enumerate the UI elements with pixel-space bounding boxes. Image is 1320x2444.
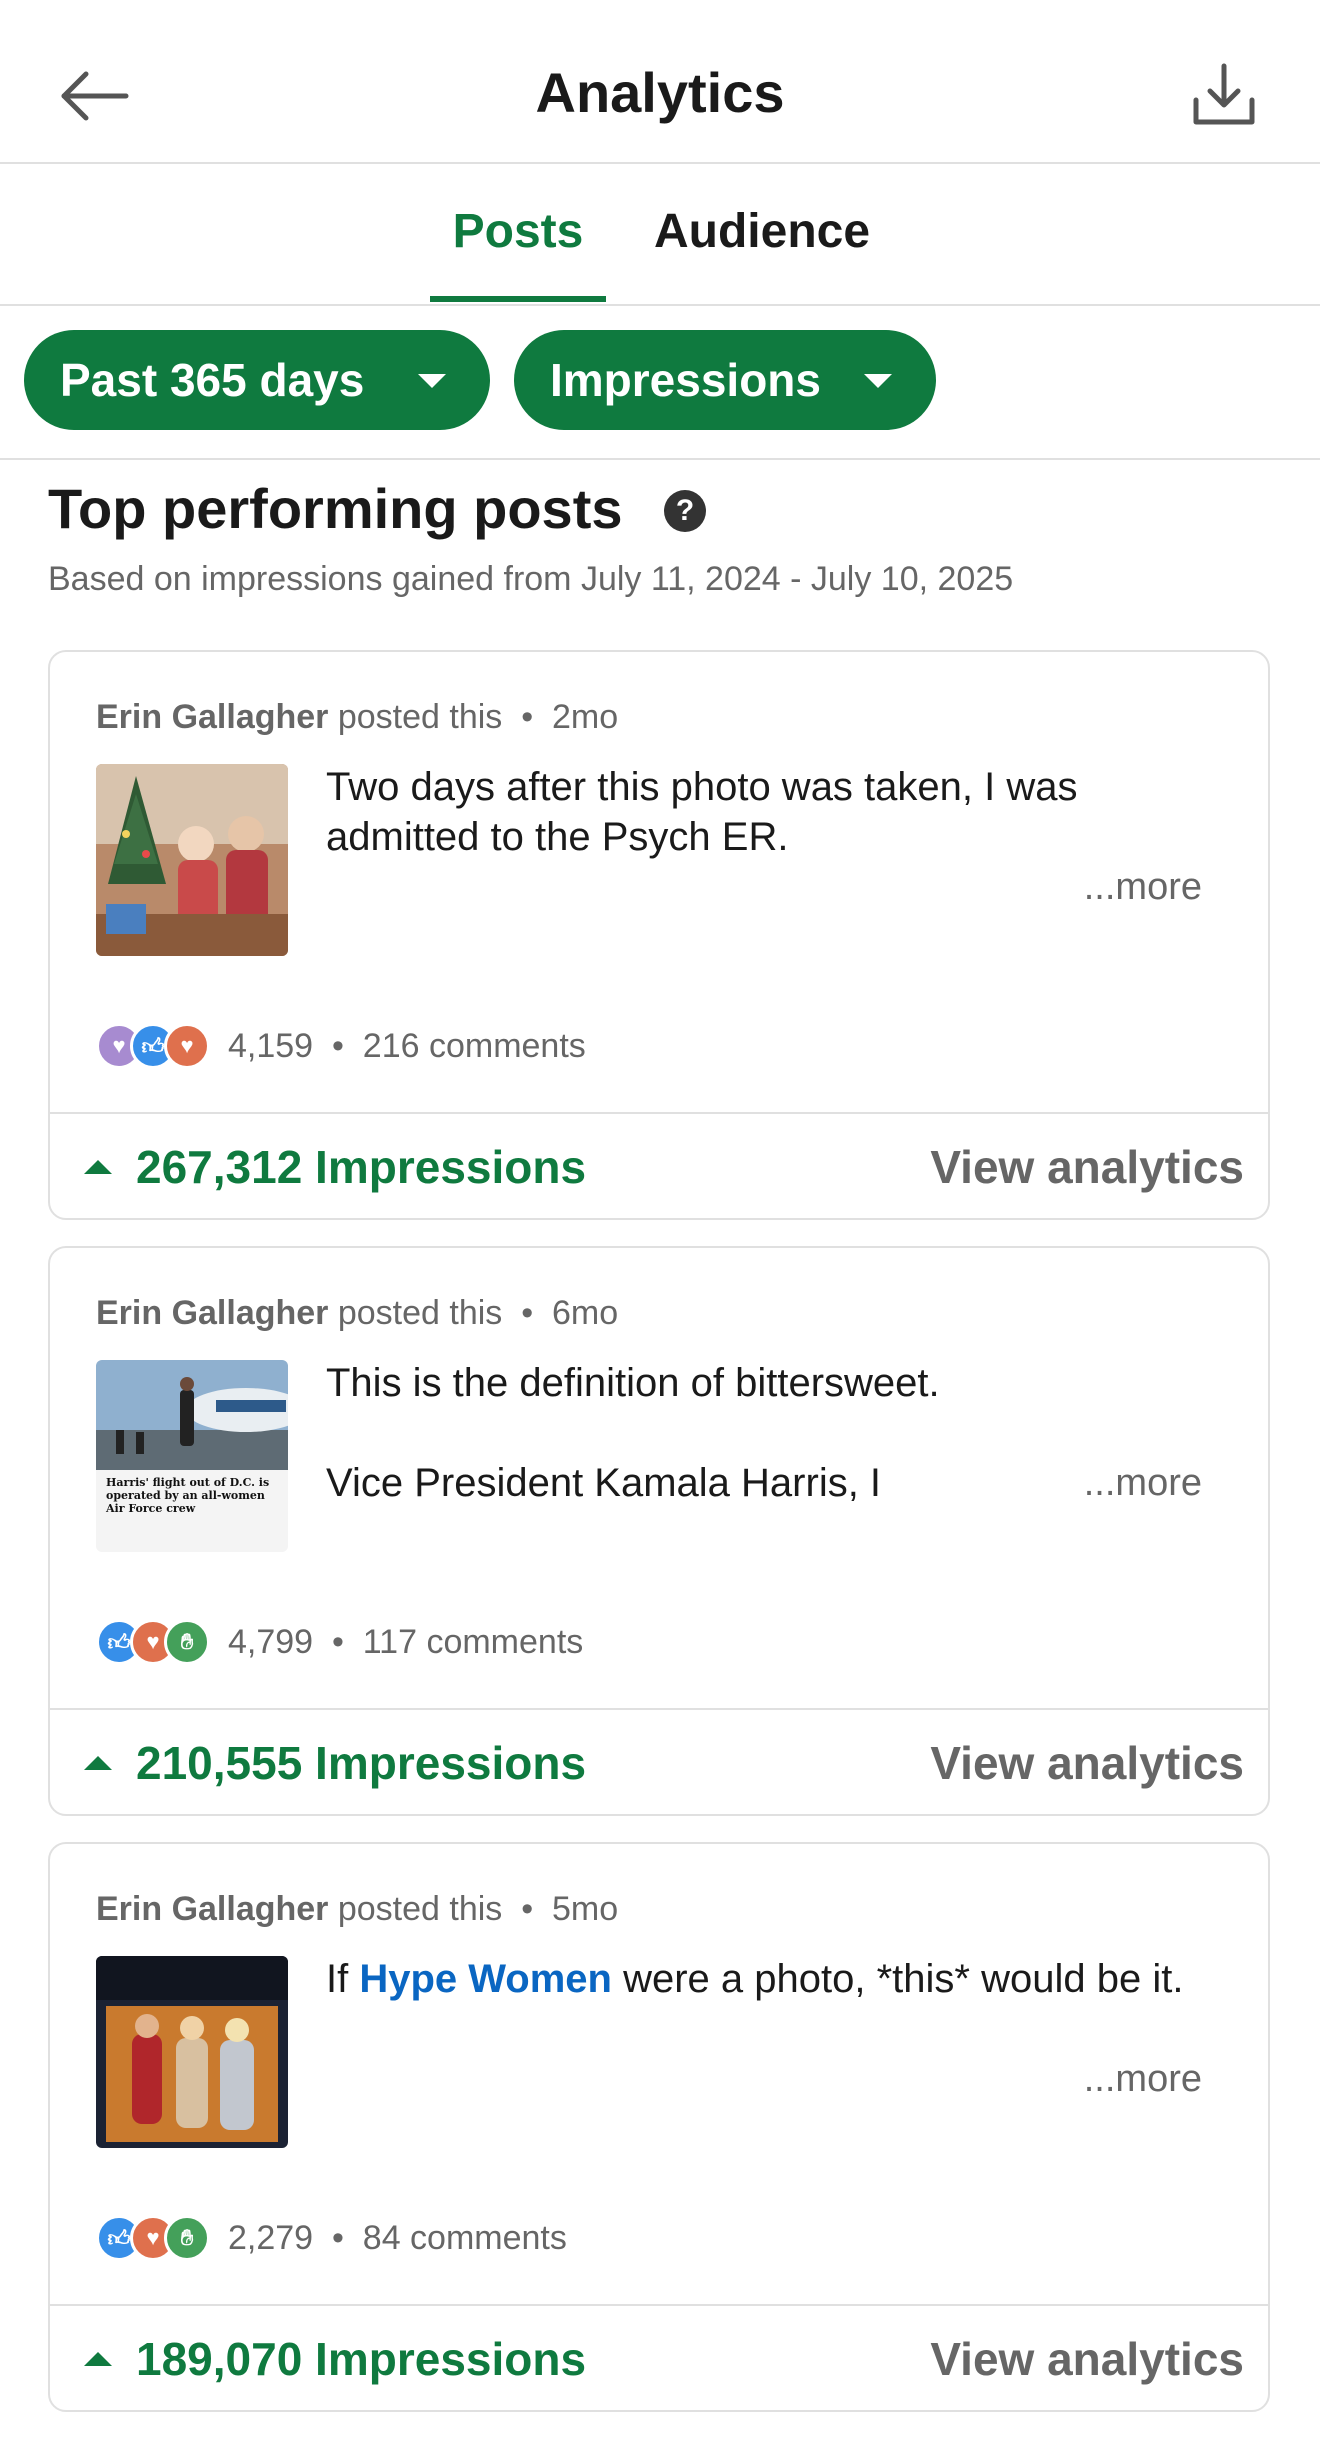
trend-up-icon [84, 2352, 112, 2366]
metric-label: Impressions [550, 354, 821, 406]
dot-separator: • [322, 2218, 354, 2257]
comment-count: 84 comments [362, 2218, 567, 2257]
view-analytics-button[interactable]: View analytics [930, 2332, 1244, 2386]
tab-posts[interactable]: Posts [430, 204, 606, 259]
section-subtitle: Based on impressions gained from July 11… [48, 560, 1014, 598]
celebrate-reaction-icon: ✋︎ [164, 2215, 210, 2261]
app-header: Analytics [0, 0, 1320, 164]
see-more-link[interactable]: ...more [1084, 866, 1202, 909]
comment-count: 216 comments [362, 1026, 586, 1065]
reaction-count-value: 2,279 [228, 2218, 314, 2257]
filter-bar: Past 365 days Impressions [0, 306, 1320, 460]
post-card[interactable]: Erin Gallagher posted this • 5mo If Hype… [48, 1842, 1270, 2412]
reaction-count-value: 4,159 [228, 1026, 314, 1065]
dot-separator: • [322, 1026, 354, 1065]
tab-bar: Posts Audience [0, 164, 1320, 306]
hype-women-link[interactable]: Hype Women [359, 1957, 612, 2001]
impressions-value: 210,555 Impressions [136, 1737, 587, 1789]
post-meta: Erin Gallagher posted this • 5mo [96, 1890, 618, 1929]
dot-separator: • [322, 1622, 354, 1661]
tab-audience[interactable]: Audience [654, 204, 870, 259]
comment-count: 117 comments [362, 1622, 584, 1661]
post-thumbnail[interactable] [96, 1956, 288, 2148]
post-thumbnail[interactable]: Harris' flight out of D.C. is operated b… [96, 1360, 288, 1552]
reactions-summary[interactable]: ♥ 👍︎ ♥ 4,159 • 216 comments [96, 1022, 586, 1070]
post-text-suffix: were a photo, *this* would be it. [611, 1957, 1184, 2001]
post-author[interactable]: Erin Gallagher [96, 1294, 328, 1332]
post-meta: Erin Gallagher posted this • 6mo [96, 1294, 618, 1333]
post-action: posted this [337, 1890, 503, 1928]
love-reaction-icon: ♥ [164, 1023, 210, 1069]
post-text-line: This is the definition of bittersweet. [326, 1361, 940, 1405]
see-more-link[interactable]: ...more [1084, 2058, 1202, 2101]
section-title: Top performing posts [48, 477, 623, 540]
view-analytics-button[interactable]: View analytics [930, 1736, 1244, 1790]
post-author[interactable]: Erin Gallagher [96, 698, 328, 736]
post-text: If Hype Women were a photo, *this* would… [326, 1954, 1206, 2004]
reaction-count: 4,159 • 216 comments [228, 1027, 586, 1066]
see-more-link[interactable]: ...more [1084, 1462, 1202, 1505]
post-action: posted this [337, 698, 503, 736]
page-title: Analytics [535, 61, 785, 124]
impressions-stat: 210,555 Impressions [84, 1736, 586, 1790]
post-card[interactable]: Erin Gallagher posted this • 2mo Two day… [48, 650, 1270, 1220]
metric-dropdown[interactable]: Impressions [514, 330, 936, 430]
post-footer: 210,555 Impressions View analytics [50, 1708, 1268, 1814]
reactions-summary[interactable]: 👍︎ ♥ ✋︎ 2,279 • 84 comments [96, 2214, 567, 2262]
post-action: posted this [337, 1294, 503, 1332]
reaction-count: 4,799 • 117 comments [228, 1623, 583, 1662]
impressions-stat: 189,070 Impressions [84, 2332, 586, 2386]
post-footer: 189,070 Impressions View analytics [50, 2304, 1268, 2410]
post-thumbnail[interactable] [96, 764, 288, 956]
celebrate-reaction-icon: ✋︎ [164, 1619, 210, 1665]
dot-separator: • [511, 1890, 543, 1928]
date-range-dropdown[interactable]: Past 365 days [24, 330, 490, 430]
view-analytics-button[interactable]: View analytics [930, 1140, 1244, 1194]
post-age: 5mo [552, 1890, 619, 1928]
reactions-summary[interactable]: 👍︎ ♥ ✋︎ 4,799 • 117 comments [96, 1618, 583, 1666]
post-text: This is the definition of bittersweet. V… [326, 1358, 1206, 1508]
post-text-line: Vice President Kamala Harris, I [326, 1461, 882, 1505]
reaction-count-value: 4,799 [228, 1622, 314, 1661]
chevron-down-icon [864, 374, 892, 388]
download-icon[interactable] [1188, 60, 1260, 132]
dot-separator: • [511, 698, 543, 736]
reaction-count: 2,279 • 84 comments [228, 2219, 567, 2258]
post-meta: Erin Gallagher posted this • 2mo [96, 698, 618, 737]
post-text: Two days after this photo was taken, I w… [326, 765, 1078, 859]
active-tab-indicator [430, 296, 606, 302]
thumbnail-caption: Harris' flight out of D.C. is operated b… [106, 1476, 270, 1515]
impressions-value: 267,312 Impressions [136, 1141, 587, 1193]
post-age: 2mo [552, 698, 619, 736]
help-icon[interactable]: ? [664, 490, 706, 532]
impressions-stat: 267,312 Impressions [84, 1140, 586, 1194]
post-footer: 267,312 Impressions View analytics [50, 1112, 1268, 1218]
trend-up-icon [84, 1160, 112, 1174]
date-range-label: Past 365 days [60, 354, 365, 406]
post-author[interactable]: Erin Gallagher [96, 1890, 328, 1928]
chevron-down-icon [418, 374, 446, 388]
dot-separator: • [511, 1294, 543, 1332]
post-card[interactable]: Erin Gallagher posted this • 6mo Harris'… [48, 1246, 1270, 1816]
post-text-prefix: If [326, 1957, 360, 2001]
trend-up-icon [84, 1756, 112, 1770]
post-age: 6mo [552, 1294, 619, 1332]
impressions-value: 189,070 Impressions [136, 2333, 587, 2385]
